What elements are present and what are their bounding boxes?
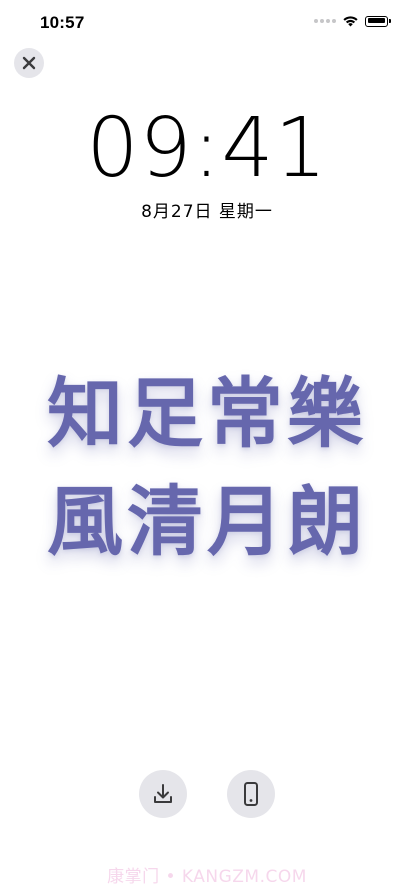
bottom-actions [0,770,414,818]
status-bar: 10:57 [0,0,414,44]
wifi-icon [343,16,358,27]
lock-screen-date: 8月27日 星期一 [141,202,273,222]
close-button[interactable] [14,48,44,78]
battery-icon [365,15,391,27]
lock-screen-time: 09:41 [86,101,328,196]
status-icons [314,15,391,27]
close-icon [22,56,36,70]
phone-icon [244,782,258,806]
wallpaper-text-line-1: 知足常樂 [47,369,367,458]
status-time: 10:57 [40,13,85,32]
wallpaper-text-line-2: 風清月朗 [47,477,367,566]
watermark: 康掌门 • KANGZM.COM [107,867,307,887]
set-wallpaper-button[interactable] [227,770,275,818]
download-icon [154,784,172,803]
signal-dots-icon [314,19,336,23]
download-button[interactable] [139,770,187,818]
